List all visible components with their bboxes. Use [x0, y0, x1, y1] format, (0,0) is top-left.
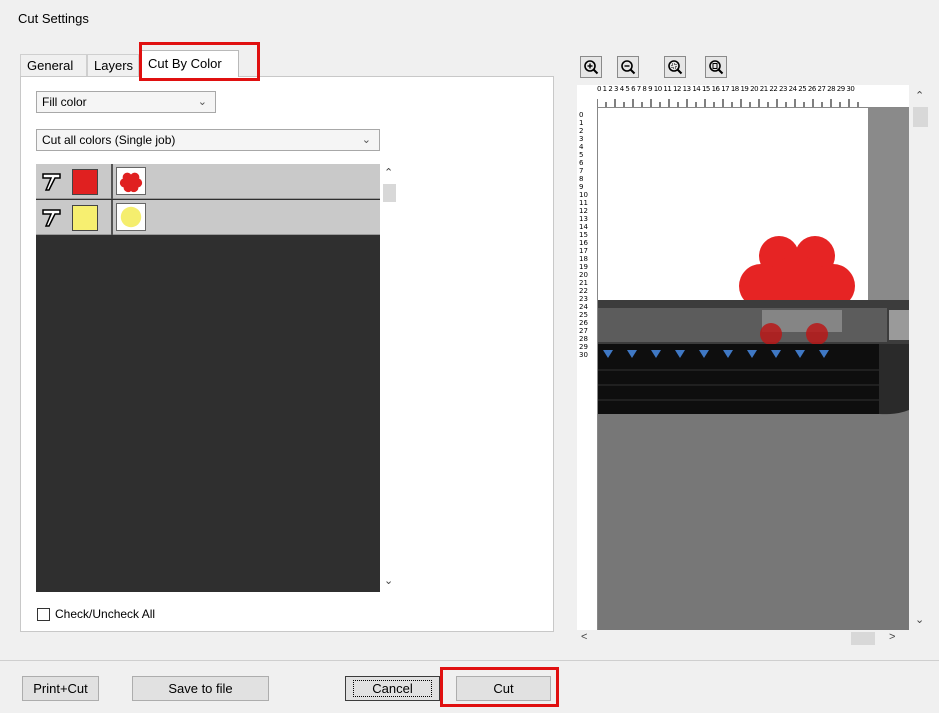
scroll-up-icon[interactable]: ⌃: [384, 166, 393, 179]
zoom-page-button[interactable]: [705, 56, 727, 78]
scroll-right-icon[interactable]: >: [889, 631, 895, 643]
chevron-down-icon: ⌄: [361, 134, 371, 146]
ruler-vertical-label: 2: [579, 127, 584, 135]
ruler-vertical-label: 9: [579, 183, 584, 191]
cancel-button[interactable]: Cancel: [345, 676, 440, 701]
yellow-circle-thumbnail-icon: [116, 203, 146, 231]
ruler-vertical-label: 3: [579, 135, 584, 143]
ruler-vertical-label: 7: [579, 167, 584, 175]
ruler-vertical-label: 13: [579, 215, 588, 223]
color-swatch-red[interactable]: [72, 169, 98, 195]
check-all-checkbox[interactable]: [37, 608, 50, 621]
ruler-vertical-label: 20: [579, 271, 588, 279]
ruler-vertical-label: 25: [579, 311, 588, 319]
dialog-title: Cut Settings: [18, 11, 89, 26]
cut-button[interactable]: Cut: [456, 676, 551, 701]
fill-color-select-value: Fill color: [42, 95, 87, 109]
ruler-horizontal: 0 1 2 3 4 5 6 7 8 9 10 11 12 13 14 15 16…: [577, 85, 909, 108]
ruler-vertical-label: 1: [579, 119, 584, 127]
save-to-file-button[interactable]: Save to file: [132, 676, 269, 701]
tab-general[interactable]: General: [20, 54, 87, 76]
ruler-vertical-label: 27: [579, 327, 588, 335]
scroll-up-icon[interactable]: ⌃: [915, 89, 924, 102]
ruler-vertical-label: 5: [579, 151, 584, 159]
color-list-scrollbar[interactable]: ⌃ ⌄: [380, 164, 397, 592]
ruler-vertical-label: 29: [579, 343, 588, 351]
ruler-vertical-label: 21: [579, 279, 588, 287]
zoom-fit-icon: [668, 60, 683, 75]
ruler-vertical-label: 23: [579, 295, 588, 303]
tab-layers[interactable]: Layers: [87, 54, 139, 76]
ruler-vertical-label: 14: [579, 223, 588, 231]
cutter-tool-icon[interactable]: [40, 207, 64, 229]
ruler-vertical-label: 8: [579, 175, 584, 183]
color-swatch-yellow[interactable]: [72, 205, 98, 231]
ruler-vertical-label: 28: [579, 335, 588, 343]
ruler-vertical-label: 15: [579, 231, 588, 239]
ruler-horizontal-labels: 0 1 2 3 4 5 6 7 8 9 10 11 12 13 14 15 16…: [597, 85, 855, 93]
zoom-out-icon: [621, 60, 636, 75]
scroll-thumb[interactable]: [383, 184, 396, 202]
ruler-vertical-label: 11: [579, 199, 588, 207]
zoom-page-icon: [709, 60, 724, 75]
check-all-label: Check/Uncheck All: [55, 607, 156, 621]
cut-mode-select[interactable]: Cut all colors (Single job) ⌄: [36, 129, 380, 151]
scroll-down-icon[interactable]: ⌄: [915, 613, 924, 626]
preview-vertical-scrollbar[interactable]: ⌃ ⌄: [909, 85, 931, 630]
ruler-vertical-label: 6: [579, 159, 584, 167]
cut-preview-canvas[interactable]: 0 1 2 3 4 5 6 7 8 9 10 11 12 13 14 15 16…: [577, 85, 909, 630]
ruler-vertical-label: 10: [579, 191, 588, 199]
preview-horizontal-scrollbar[interactable]: < >: [577, 630, 909, 647]
ruler-vertical-label: 16: [579, 239, 588, 247]
zoom-in-button[interactable]: [580, 56, 602, 78]
ruler-vertical-label: 24: [579, 303, 588, 311]
color-row-red[interactable]: [36, 164, 380, 199]
zoom-in-icon: [584, 60, 599, 75]
ruler-horizontal-ticks: [597, 99, 859, 107]
footer-divider: [0, 660, 939, 661]
ruler-vertical-label: 17: [579, 247, 588, 255]
chevron-down-icon: ⌄: [197, 96, 207, 108]
zoom-out-button[interactable]: [617, 56, 639, 78]
ruler-vertical: 0 1 2 3 4 5 6 7 8 9 10 11 12 13 14 15 16 17 18 19 20 21 22 23 24…: [577, 107, 598, 630]
ruler-vertical-label: 12: [579, 207, 588, 215]
scroll-left-icon[interactable]: <: [581, 631, 587, 643]
ruler-vertical-label: 4: [579, 143, 584, 151]
ruler-vertical-label: 30: [579, 351, 588, 359]
cutter-tool-icon[interactable]: [40, 171, 64, 193]
tab-cut-by-color[interactable]: Cut By Color: [141, 50, 239, 77]
row-divider: [111, 200, 113, 235]
ruler-vertical-label: 26: [579, 319, 588, 327]
scroll-down-icon[interactable]: ⌄: [384, 574, 393, 587]
row-divider: [111, 164, 113, 199]
fill-color-select[interactable]: Fill color ⌄: [36, 91, 216, 113]
print-cut-button[interactable]: Print+Cut: [22, 676, 99, 701]
ruler-vertical-label: 22: [579, 287, 588, 295]
cancel-button-label: Cancel: [353, 680, 432, 697]
ruler-vertical-label: 0: [579, 111, 584, 119]
cut-mode-select-value: Cut all colors (Single job): [42, 133, 176, 147]
scroll-thumb[interactable]: [913, 107, 928, 127]
color-row-yellow[interactable]: [36, 200, 380, 235]
color-list: [36, 164, 380, 592]
zoom-fit-button[interactable]: [664, 56, 686, 78]
ruler-vertical-label: 19: [579, 263, 588, 271]
red-flower-thumbnail-icon: [116, 167, 146, 195]
mat-margin: [868, 107, 909, 302]
scroll-thumb[interactable]: [851, 632, 875, 645]
ruler-vertical-labels: 0 1 2 3 4 5 6 7 8 9 10 11 12 13 14 15 16 17 18 19 20 21 22 23 24…: [579, 111, 597, 359]
ruler-vertical-label: 18: [579, 255, 588, 263]
cutter-machine-graphic: [597, 300, 909, 415]
